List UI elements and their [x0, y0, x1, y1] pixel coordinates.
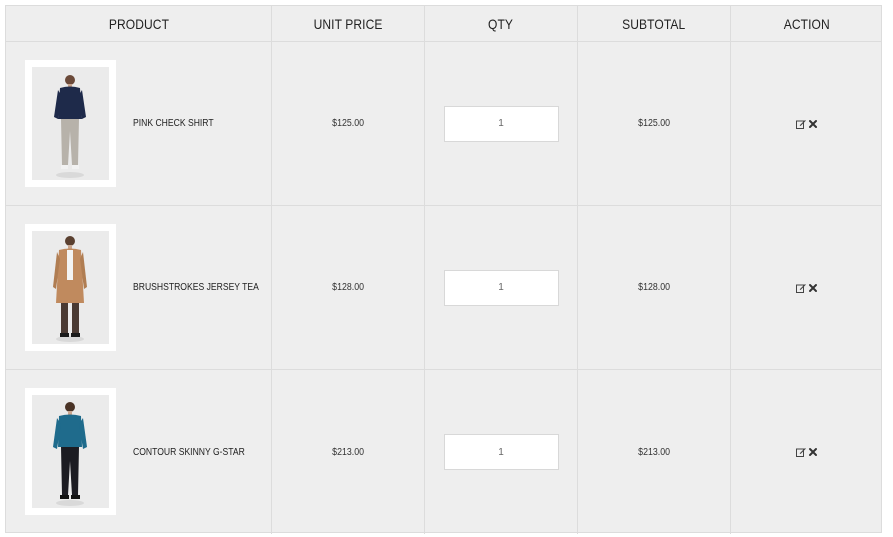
remove-icon[interactable] [808, 119, 818, 129]
model-photo-teal-sweater [53, 402, 87, 506]
product-name[interactable]: BRUSHSTROKES JERSEY TEA [133, 282, 259, 293]
edit-icon[interactable] [796, 119, 806, 129]
product-thumbnail[interactable] [25, 388, 116, 515]
product-photo [32, 395, 109, 508]
remove-icon[interactable] [808, 447, 818, 457]
model-photo-navy-shirt [54, 75, 86, 178]
table-row: PINK CHECK SHIRT $125.00 $125.00 [6, 42, 881, 206]
quantity-input[interactable] [443, 434, 559, 470]
model-photo-camel-coat [53, 236, 87, 342]
row-actions [796, 283, 818, 293]
table-header: PRODUCT UNIT PRICE QTY SUBTOTAL ACTION [6, 6, 881, 42]
unit-price: $125.00 [332, 118, 364, 129]
row-actions [796, 119, 818, 129]
row-actions [796, 447, 818, 457]
header-action: ACTION [783, 15, 831, 32]
product-name[interactable]: CONTOUR SKINNY G-STAR [133, 447, 245, 458]
header-unit-price: UNIT PRICE [313, 15, 383, 32]
unit-price: $213.00 [332, 446, 364, 458]
product-name[interactable]: PINK CHECK SHIRT [133, 118, 214, 129]
subtotal: $128.00 [638, 282, 670, 293]
product-thumbnail[interactable] [25, 60, 116, 187]
quantity-input[interactable] [443, 105, 559, 142]
product-photo [32, 67, 109, 180]
header-qty: QTY [488, 15, 514, 32]
header-subtotal: SUBTOTAL [622, 15, 686, 32]
unit-price: $128.00 [332, 282, 364, 293]
cart-table: PRODUCT UNIT PRICE QTY SUBTOTAL ACTION P… [5, 5, 882, 534]
table-row: BRUSHSTROKES JERSEY TEA $128.00 $128.00 [6, 206, 881, 370]
product-thumbnail[interactable] [25, 224, 116, 351]
remove-icon[interactable] [808, 283, 818, 293]
subtotal: $125.00 [638, 118, 670, 129]
table-row: CONTOUR SKINNY G-STAR $213.00 $213.00 [6, 370, 881, 534]
edit-icon[interactable] [796, 447, 806, 457]
edit-icon[interactable] [796, 283, 806, 293]
quantity-input[interactable] [443, 269, 559, 306]
header-product: PRODUCT [108, 15, 169, 32]
product-photo [32, 231, 109, 344]
subtotal: $213.00 [638, 446, 670, 458]
